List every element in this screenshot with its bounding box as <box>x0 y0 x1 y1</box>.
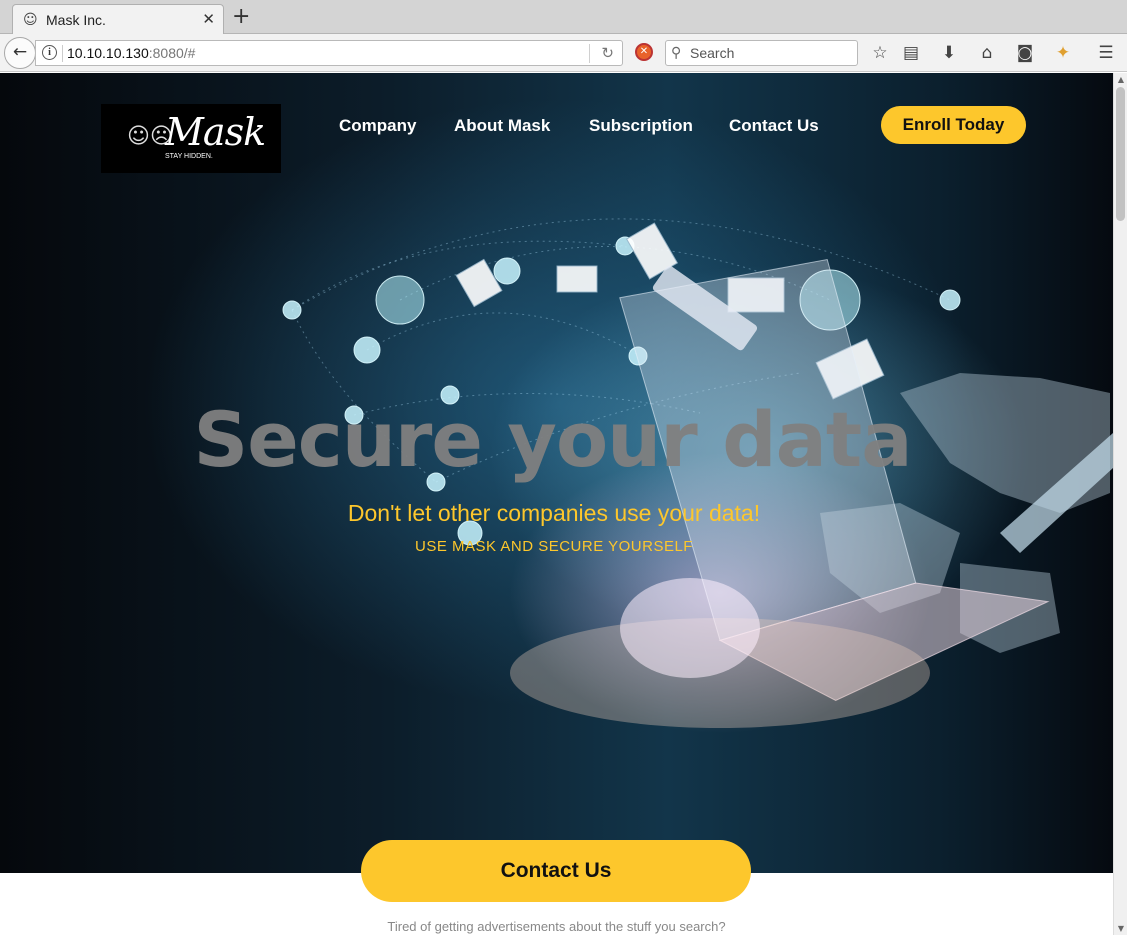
back-button[interactable]: ← <box>4 37 36 69</box>
url-divider <box>589 44 590 63</box>
url-port-path: :8080/# <box>148 45 196 61</box>
enroll-today-button[interactable]: Enroll Today <box>881 106 1026 144</box>
nav-subscription[interactable]: Subscription <box>589 115 693 137</box>
hero-subheadline: Don't let other companies use your data! <box>347 500 761 526</box>
hero-subheadline-secondary: USE MASK AND SECURE YOURSELF <box>415 538 693 555</box>
home-icon[interactable]: ⌂ <box>975 42 999 64</box>
page-scrollbar[interactable]: ▲ ▼ <box>1113 73 1127 935</box>
tab-title: Mask Inc. <box>46 12 106 28</box>
nav-contact-us[interactable]: Contact Us <box>729 115 819 137</box>
info-icon[interactable]: i <box>42 45 57 60</box>
download-icon[interactable]: ⬇ <box>937 42 961 64</box>
hamburger-menu-icon[interactable]: ☰ <box>1094 42 1118 64</box>
scroll-thumb[interactable] <box>1116 87 1125 221</box>
reading-list-icon[interactable]: ▤ <box>899 42 923 64</box>
hero-headline: Secure your data <box>193 395 912 484</box>
pocket-icon[interactable]: ◙ <box>1013 42 1037 64</box>
url-host: 10.10.10.130 <box>67 45 149 61</box>
scroll-up-arrow-icon[interactable]: ▲ <box>1116 75 1126 84</box>
url-text[interactable]: 10.10.10.130:8080/# <box>67 45 195 62</box>
new-tab-button[interactable]: + <box>232 5 250 29</box>
search-icon: ⚲ <box>671 45 682 61</box>
section-tagline: Tired of getting advertisements about th… <box>387 919 726 934</box>
url-separator <box>62 45 63 62</box>
hero-section: ☺☹ Mask STAY HIDDEN. Company About Mask … <box>0 73 1113 873</box>
page-viewport: ☺☹ Mask STAY HIDDEN. Company About Mask … <box>0 73 1113 935</box>
scroll-down-arrow-icon[interactable]: ▼ <box>1116 924 1126 933</box>
logo-tagline: STAY HIDDEN. <box>165 153 213 160</box>
url-bar[interactable]: i 10.10.10.130:8080/# ↻ <box>35 40 623 66</box>
site-logo[interactable]: ☺☹ Mask STAY HIDDEN. <box>101 104 281 173</box>
extension-icon[interactable]: ✦ <box>1051 42 1075 64</box>
search-placeholder: Search <box>690 45 735 61</box>
contact-us-button[interactable]: Contact Us <box>361 840 751 902</box>
bookmark-star-icon[interactable]: ☆ <box>868 42 892 64</box>
nav-about-mask[interactable]: About Mask <box>454 115 550 137</box>
navigation-toolbar: ← i 10.10.10.130:8080/# ↻ ⚲ Search ☆ ▤ ⬇… <box>0 34 1127 72</box>
search-bar[interactable]: ⚲ Search <box>665 40 858 66</box>
reload-icon[interactable]: ↻ <box>601 43 614 63</box>
browser-tab[interactable]: ☺ Mask Inc. ✕ <box>12 4 224 35</box>
logo-wordmark: Mask <box>165 110 266 154</box>
masks-favicon-icon: ☺ <box>23 12 38 28</box>
noscript-icon[interactable]: ✕ <box>635 43 653 61</box>
nav-company[interactable]: Company <box>339 115 416 137</box>
back-arrow-icon: ← <box>12 42 28 62</box>
tab-strip: ☺ Mask Inc. ✕ + <box>0 0 1127 35</box>
close-tab-icon[interactable]: ✕ <box>202 10 215 28</box>
